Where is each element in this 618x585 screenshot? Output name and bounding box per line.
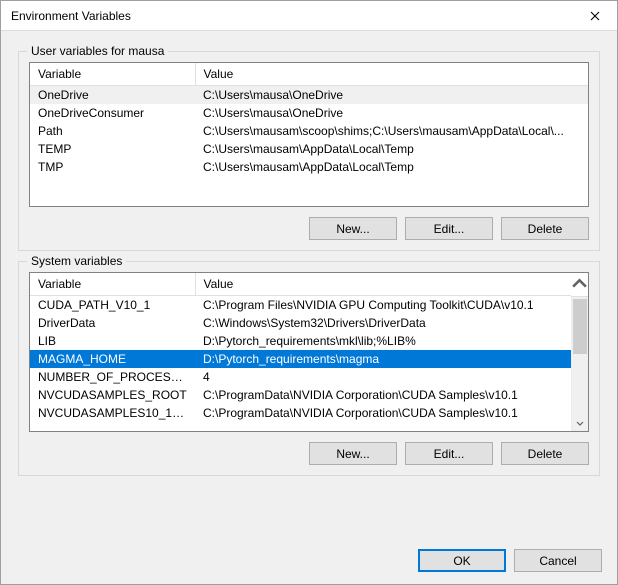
system-variables-group: System variables Variable Value CUDA_PAT… bbox=[18, 261, 600, 476]
var-value: C:\Users\mausa\OneDrive bbox=[195, 86, 588, 105]
var-value: D:\Pytorch_requirements\mkl\lib;%LIB% bbox=[195, 332, 571, 350]
table-row[interactable]: Path C:\Users\mausam\scoop\shims;C:\User… bbox=[30, 122, 588, 140]
var-name: NVCUDASAMPLES10_1_ROOT bbox=[30, 404, 195, 422]
var-value: C:\Users\mausam\AppData\Local\Temp bbox=[195, 140, 588, 158]
titlebar: Environment Variables bbox=[1, 1, 617, 31]
dialog-buttons: OK Cancel bbox=[16, 534, 602, 572]
table-row[interactable]: DriverData C:\Windows\System32\Drivers\D… bbox=[30, 314, 571, 332]
user-col-value[interactable]: Value bbox=[195, 63, 588, 86]
user-delete-button[interactable]: Delete bbox=[501, 217, 589, 240]
var-name: LIB bbox=[30, 332, 195, 350]
chevron-down-icon bbox=[576, 419, 584, 427]
var-value: C:\Users\mausa\OneDrive bbox=[195, 104, 588, 122]
table-row[interactable]: NUMBER_OF_PROCESSORS 4 bbox=[30, 368, 571, 386]
var-name: OneDriveConsumer bbox=[30, 104, 195, 122]
var-value: C:\ProgramData\NVIDIA Corporation\CUDA S… bbox=[195, 386, 571, 404]
user-variables-group: User variables for mausa Variable Value … bbox=[18, 51, 600, 251]
scrollbar-thumb[interactable] bbox=[573, 299, 587, 354]
table-row[interactable]: TEMP C:\Users\mausam\AppData\Local\Temp bbox=[30, 140, 588, 158]
table-row[interactable]: OneDrive C:\Users\mausa\OneDrive bbox=[30, 86, 588, 105]
system-delete-button[interactable]: Delete bbox=[501, 442, 589, 465]
var-value: C:\Windows\System32\Drivers\DriverData bbox=[195, 314, 571, 332]
var-name: NUMBER_OF_PROCESSORS bbox=[30, 368, 195, 386]
var-value: 4 bbox=[195, 368, 571, 386]
table-row[interactable]: NVCUDASAMPLES10_1_ROOT C:\ProgramData\NV… bbox=[30, 404, 571, 422]
user-new-button[interactable]: New... bbox=[309, 217, 397, 240]
vertical-scrollbar[interactable] bbox=[571, 297, 588, 431]
var-name: MAGMA_HOME bbox=[30, 350, 195, 368]
table-row[interactable]: CUDA_PATH_V10_1 C:\Program Files\NVIDIA … bbox=[30, 296, 571, 315]
scrollbar-up-button[interactable] bbox=[571, 273, 588, 297]
user-variables-table[interactable]: Variable Value OneDrive C:\Users\mausa\O… bbox=[30, 63, 588, 176]
system-edit-button[interactable]: Edit... bbox=[405, 442, 493, 465]
var-value: C:\ProgramData\NVIDIA Corporation\CUDA S… bbox=[195, 404, 571, 422]
var-value: C:\Users\mausam\AppData\Local\Temp bbox=[195, 158, 588, 176]
var-name: TMP bbox=[30, 158, 195, 176]
close-button[interactable] bbox=[572, 1, 617, 31]
system-new-button[interactable]: New... bbox=[309, 442, 397, 465]
user-variables-label: User variables for mausa bbox=[27, 44, 168, 58]
user-col-variable[interactable]: Variable bbox=[30, 63, 195, 86]
environment-variables-dialog: Environment Variables User variables for… bbox=[0, 0, 618, 585]
table-row[interactable]: MAGMA_HOME D:\Pytorch_requirements\magma bbox=[30, 350, 571, 368]
system-variables-table[interactable]: Variable Value CUDA_PATH_V10_1 C:\Progra… bbox=[30, 273, 571, 422]
var-name: OneDrive bbox=[30, 86, 195, 105]
var-name: CUDA_PATH_V10_1 bbox=[30, 296, 195, 315]
cancel-button[interactable]: Cancel bbox=[514, 549, 602, 572]
ok-button[interactable]: OK bbox=[418, 549, 506, 572]
dialog-content: User variables for mausa Variable Value … bbox=[1, 31, 617, 584]
table-row[interactable]: NVCUDASAMPLES_ROOT C:\ProgramData\NVIDIA… bbox=[30, 386, 571, 404]
var-value: C:\Program Files\NVIDIA GPU Computing To… bbox=[195, 296, 571, 315]
table-row[interactable]: LIB D:\Pytorch_requirements\mkl\lib;%LIB… bbox=[30, 332, 571, 350]
user-edit-button[interactable]: Edit... bbox=[405, 217, 493, 240]
user-buttons: New... Edit... Delete bbox=[29, 217, 589, 240]
system-variables-table-wrap: Variable Value CUDA_PATH_V10_1 C:\Progra… bbox=[29, 272, 589, 432]
system-buttons: New... Edit... Delete bbox=[29, 442, 589, 465]
scrollbar-down-button[interactable] bbox=[572, 414, 588, 431]
var-value: C:\Users\mausam\scoop\shims;C:\Users\mau… bbox=[195, 122, 588, 140]
var-name: TEMP bbox=[30, 140, 195, 158]
system-variables-label: System variables bbox=[27, 254, 126, 268]
var-value: D:\Pytorch_requirements\magma bbox=[195, 350, 571, 368]
system-col-variable[interactable]: Variable bbox=[30, 273, 195, 296]
system-col-value[interactable]: Value bbox=[195, 273, 571, 296]
user-variables-table-wrap: Variable Value OneDrive C:\Users\mausa\O… bbox=[29, 62, 589, 207]
var-name: Path bbox=[30, 122, 195, 140]
table-row[interactable]: OneDriveConsumer C:\Users\mausa\OneDrive bbox=[30, 104, 588, 122]
close-icon bbox=[590, 11, 600, 21]
var-name: DriverData bbox=[30, 314, 195, 332]
var-name: NVCUDASAMPLES_ROOT bbox=[30, 386, 195, 404]
window-title: Environment Variables bbox=[11, 9, 572, 23]
table-row[interactable]: TMP C:\Users\mausam\AppData\Local\Temp bbox=[30, 158, 588, 176]
chevron-up-icon bbox=[571, 276, 588, 293]
